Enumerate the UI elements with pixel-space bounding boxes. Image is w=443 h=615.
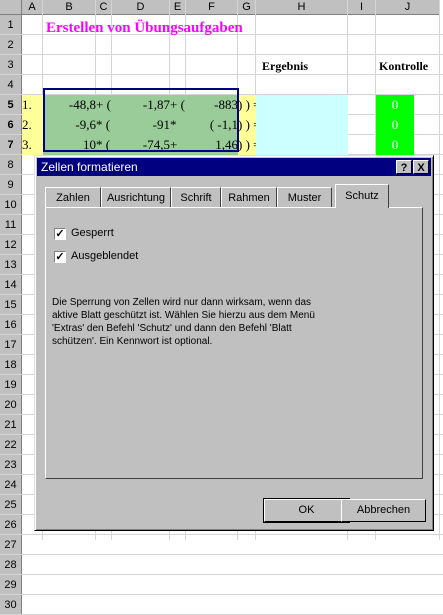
row-header[interactable]: 13 (0, 255, 22, 275)
info-line-4: schützen'. Ein Kennwort ist optional. (52, 336, 213, 347)
row-header[interactable]: 29 (0, 575, 22, 595)
help-button[interactable]: ? (396, 160, 412, 174)
info-line-1: Die Sperrung von Zellen wird nur dann wi… (52, 297, 312, 308)
ergebnis-cell[interactable] (256, 95, 348, 115)
kontrolle-header[interactable]: Kontrolle (379, 56, 435, 76)
grid-line (0, 74, 443, 75)
row-header[interactable]: 3 (0, 55, 22, 75)
select-all-corner[interactable] (0, 0, 22, 15)
column-header[interactable]: B (43, 0, 96, 15)
tab-muster[interactable]: Muster (277, 187, 332, 207)
row-header[interactable]: 11 (0, 215, 22, 235)
tab-ausrichtung[interactable]: Ausrichtung (101, 187, 171, 207)
row-header[interactable]: 2 (0, 35, 22, 55)
column-header[interactable]: D (112, 0, 170, 15)
cancel-button[interactable]: Abbrechen (341, 499, 426, 522)
row-header[interactable]: 28 (0, 555, 22, 575)
row-header[interactable]: 22 (0, 435, 22, 455)
row-header[interactable]: 8 (0, 155, 22, 175)
row-header[interactable]: 16 (0, 315, 22, 335)
row-header[interactable]: 12 (0, 235, 22, 255)
column-header[interactable]: F (186, 0, 238, 15)
info-line-2: aktive Blatt geschützt ist. Wählen Sie h… (52, 310, 315, 321)
ergebnis-cell[interactable] (256, 135, 348, 155)
row-header[interactable]: 17 (0, 335, 22, 355)
row-header[interactable]: 1 (0, 15, 22, 35)
task-number[interactable]: 3. (22, 135, 43, 155)
row-header[interactable]: 18 (0, 355, 22, 375)
sheet-title[interactable]: Erstellen von Übungsaufgaben (46, 18, 243, 38)
row-header[interactable]: 10 (0, 195, 22, 215)
grid-line (439, 0, 440, 540)
row-header[interactable]: 4 (0, 75, 22, 95)
kontrolle-cell[interactable]: 0 (376, 95, 414, 115)
grid-line (0, 534, 443, 535)
column-header[interactable]: G (238, 0, 256, 15)
ok-button[interactable]: OK (263, 498, 350, 523)
tab-schrift[interactable]: Schrift (171, 187, 221, 207)
ausgeblendet-label[interactable]: Ausgeblendet (71, 250, 138, 262)
kontrolle-cell[interactable]: 0 (376, 115, 414, 135)
column-header[interactable]: E (170, 0, 186, 15)
row-header[interactable]: 30 (0, 595, 22, 615)
tab-schutz[interactable]: Schutz (335, 184, 389, 208)
row-header[interactable]: 26 (0, 515, 22, 535)
row-header[interactable]: 24 (0, 475, 22, 495)
grid-line (0, 594, 443, 595)
row-header[interactable]: 21 (0, 415, 22, 435)
ergebnis-header[interactable]: Ergebnis (262, 56, 318, 76)
column-header[interactable]: I (348, 0, 376, 15)
row-header[interactable]: 15 (0, 295, 22, 315)
gesperrt-label[interactable]: Gesperrt (71, 227, 114, 239)
grid-line (0, 574, 443, 575)
row-header[interactable]: 9 (0, 175, 22, 195)
column-header[interactable]: A (22, 0, 43, 15)
column-header[interactable]: C (96, 0, 112, 15)
tab-zahlen[interactable]: Zahlen (45, 187, 101, 207)
dialog-titlebar[interactable]: Zellen formatieren ? X (37, 158, 431, 176)
column-header[interactable]: J (376, 0, 440, 15)
row-header[interactable]: 14 (0, 275, 22, 295)
gesperrt-checkbox[interactable]: ✓ (54, 228, 66, 240)
row-header[interactable]: 27 (0, 535, 22, 555)
schutz-panel: ✓ Gesperrt ✓ Ausgeblendet Die Sperrung v… (45, 207, 423, 479)
row-header[interactable]: 5 (0, 95, 22, 115)
task-number[interactable]: 1. (22, 95, 43, 115)
format-cells-dialog: Zellen formatieren ? X Zahlen Ausrichtun… (34, 155, 434, 531)
row-header[interactable]: 20 (0, 395, 22, 415)
tab-rahmen[interactable]: Rahmen (221, 187, 277, 207)
row-header[interactable]: 6 (0, 115, 22, 135)
protection-info-text: Die Sperrung von Zellen wird nur dann wi… (52, 296, 412, 348)
ausgeblendet-checkbox[interactable]: ✓ (54, 251, 66, 263)
selection-range (43, 88, 239, 152)
grid-line (0, 554, 443, 555)
closing-g[interactable]: ) ) = (238, 135, 261, 155)
kontrolle-cell[interactable]: 0 (376, 135, 414, 155)
ergebnis-cell[interactable] (256, 115, 348, 135)
grid-line (0, 54, 443, 55)
row-header[interactable]: 23 (0, 455, 22, 475)
row-header[interactable]: 25 (0, 495, 22, 515)
closing-g[interactable]: ) ) = (238, 115, 261, 135)
row-header[interactable]: 19 (0, 375, 22, 395)
column-header[interactable]: H (256, 0, 348, 15)
info-line-3: 'Extras' den Befehl 'Schutz' und dann de… (52, 323, 292, 334)
task-number[interactable]: 2. (22, 115, 43, 135)
closing-g[interactable]: ) ) = (238, 95, 261, 115)
dialog-title: Zellen formatieren (41, 160, 138, 174)
row-header[interactable]: 7 (0, 135, 22, 155)
close-button[interactable]: X (413, 160, 429, 174)
